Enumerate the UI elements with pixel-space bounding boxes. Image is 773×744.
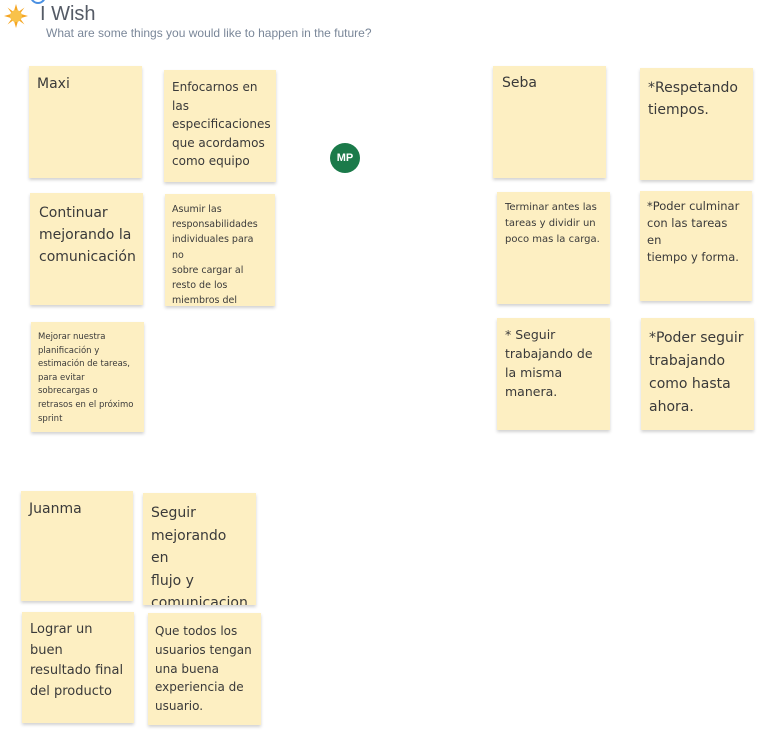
sticky-note[interactable]: Terminar antes las tareas y dividir un p… [497, 192, 610, 304]
sticky-note-juanma[interactable]: Juanma [21, 491, 133, 601]
sticky-note[interactable]: *Respetando tiempos. [640, 68, 753, 180]
sticky-note[interactable]: Continuar mejorando la comunicación [30, 193, 143, 305]
sticky-note[interactable]: Seguir mejorando en flujo y comunicacion [143, 493, 256, 605]
avatar[interactable]: MP [330, 143, 360, 173]
board-title: I Wish [40, 3, 96, 25]
sticky-note[interactable]: Lograr un buen resultado final del produ… [22, 612, 134, 723]
sticky-note[interactable]: Mejorar nuestra planificación y estimaci… [31, 322, 144, 432]
board-subtitle: What are some things you would like to h… [46, 26, 372, 40]
sticky-note[interactable]: Que todos los usuarios tengan una buena … [148, 613, 261, 725]
sticky-note[interactable]: Enfocarnos en las especificaciones que a… [164, 70, 276, 182]
sticky-note[interactable]: *Poder culminar con las tareas en tiempo… [640, 191, 752, 301]
sun-icon [4, 4, 28, 28]
sticky-note[interactable]: * Seguir trabajando de la misma manera. [497, 318, 610, 430]
sticky-note[interactable]: *Poder seguir trabajando como hasta ahor… [641, 318, 754, 430]
retro-board: I Wish What are some things you would li… [0, 0, 773, 744]
sticky-note-seba[interactable]: Seba [493, 66, 606, 178]
sticky-note[interactable]: Asumir las responsabilidades individuale… [165, 194, 275, 306]
sticky-note-maxi[interactable]: Maxi [29, 66, 142, 178]
